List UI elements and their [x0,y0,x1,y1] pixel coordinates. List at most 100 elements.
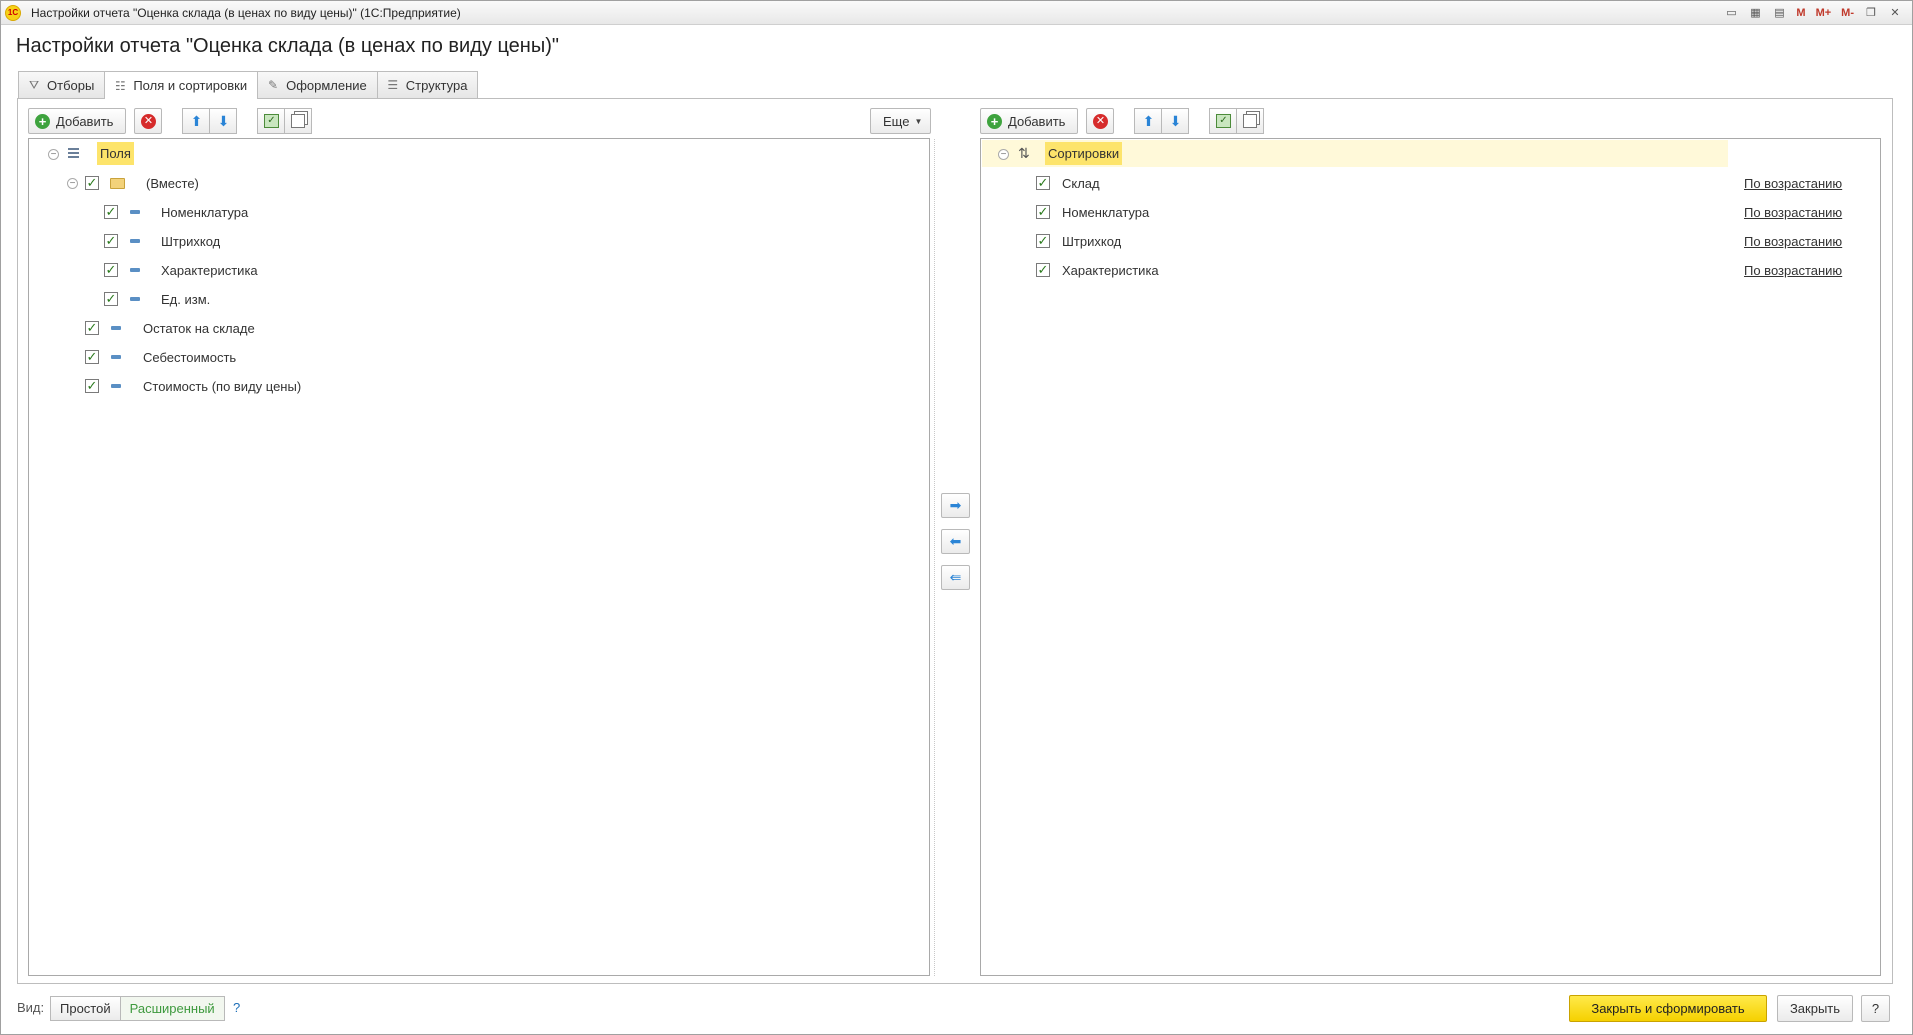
panel-splitter[interactable] [934,139,935,976]
collapse-icon[interactable]: − [67,178,78,189]
help-button[interactable]: ? [1861,995,1890,1022]
move-down-sort-button[interactable]: ⬇ [1161,108,1190,134]
view-label: Вид: [17,1000,45,1015]
sort-order-link[interactable]: По возрастанию [1744,263,1842,278]
copy-icon [291,114,306,128]
calc-icon[interactable]: ▦ [1746,4,1764,22]
checkbox[interactable]: ✓ [1036,205,1050,219]
fields-root-label: Поля [97,142,134,165]
sort-row[interactable]: ✓ Штрихкод По возрастанию [981,227,1880,256]
tree-row[interactable]: ✓ Штрихкод [29,227,929,256]
tree-row[interactable]: ✓ Характеристика [29,256,929,285]
sorting-tree: − ⇅ Сортировки ✓ Склад По возрастанию ✓ … [980,138,1881,976]
memory-m-minus-button[interactable]: M- [1839,4,1856,22]
delete-field-button[interactable]: ✕ [134,108,163,134]
checkbox[interactable]: ✓ [85,379,99,393]
tab-bar: ⛛ Отборы ☷ Поля и сортировки ✎ Оформлени… [18,71,479,99]
tree-row-group[interactable]: − ✓ (Вместе) [29,169,929,198]
sort-row[interactable]: ✓ Склад По возрастанию [981,169,1880,198]
checkbox[interactable]: ✓ [104,292,118,306]
tab-structure[interactable]: ☰ Структура [376,71,479,98]
move-all-back-button[interactable]: ⇚ [941,565,970,590]
tree-row[interactable]: ✓ Номенклатура [29,198,929,227]
group-sort-button[interactable]: ✓ [1209,108,1238,134]
delete-sort-button[interactable]: ✕ [1086,108,1115,134]
collapse-icon[interactable]: − [48,149,59,160]
delete-icon: ✕ [140,113,156,129]
sort-order-link[interactable]: По возрастанию [1744,205,1842,220]
caret-down-icon: ▼ [914,116,923,126]
add-field-button[interactable]: + Добавить [28,108,127,134]
memory-m-plus-button[interactable]: M+ [1814,4,1834,22]
close-and-generate-button[interactable]: Закрыть и сформировать [1569,995,1767,1022]
checkbox[interactable]: ✓ [104,234,118,248]
plus-icon: + [987,113,1002,129]
view-extended-button[interactable]: Расширенный [119,996,225,1021]
fields-root-row[interactable]: − Поля [29,140,929,169]
field-label: Стоимость (по виду цены) [143,379,302,394]
tab-label: Отборы [47,77,95,93]
add-sort-button[interactable]: + Добавить [980,108,1079,134]
sort-order-link[interactable]: По возрастанию [1744,234,1842,249]
restore-window-icon[interactable]: ❐ [1862,4,1880,22]
close-button[interactable]: Закрыть [1777,995,1853,1022]
view-simple-button[interactable]: Простой [50,996,121,1021]
checkbox[interactable]: ✓ [104,263,118,277]
move-up-field-button[interactable]: ⬆ [182,108,211,134]
more-label: Еще [883,113,910,129]
checkbox[interactable]: ✓ [85,176,99,190]
tree-row[interactable]: ✓ Стоимость (по виду цены) [29,372,929,401]
tab-fields-and-sorting[interactable]: ☷ Поля и сортировки [104,71,259,99]
field-label: Ед. изм. [161,292,211,307]
checkbox[interactable]: ✓ [104,205,118,219]
field-label: Остаток на складе [143,321,255,336]
move-up-sort-button[interactable]: ⬆ [1134,108,1163,134]
sort-root-label: Сортировки [1045,142,1123,165]
tree-row[interactable]: ✓ Себестоимость [29,343,929,372]
sort-row[interactable]: ✓ Характеристика По возрастанию [981,256,1880,285]
checkbox[interactable]: ✓ [1036,263,1050,277]
tab-appearance[interactable]: ✎ Оформление [257,71,378,98]
view-help-link[interactable]: ? [233,1000,240,1015]
tree-row[interactable]: ✓ Ед. изм. [29,285,929,314]
memory-m-button[interactable]: M [1794,4,1807,22]
sort-root-row[interactable]: − ⇅ Сортировки [981,140,1880,169]
move-down-field-button[interactable]: ⬇ [209,108,238,134]
fields-group-tools: ✓ [257,108,313,134]
arrow-down-icon: ⬇ [217,113,230,129]
list-icon [68,148,79,161]
sort-row[interactable]: ✓ Номенклатура По возрастанию [981,198,1880,227]
move-to-sort-button[interactable]: ➡ [941,493,970,518]
group-label: (Вместе) [146,176,199,191]
filter-icon: ⛛ [28,78,40,92]
ungroup-sort-button[interactable] [1236,108,1265,134]
calendar-icon[interactable]: ▤ [1770,4,1788,22]
delete-icon: ✕ [1092,113,1108,129]
checkbox[interactable]: ✓ [85,350,99,364]
sort-order-link[interactable]: По возрастанию [1744,176,1842,191]
tab-filters[interactable]: ⛛ Отборы [18,71,106,98]
arrow-right-icon: ➡ [949,497,962,513]
field-label: Номенклатура [161,205,249,220]
field-icon [130,239,140,243]
group-fields-button[interactable]: ✓ [257,108,286,134]
move-back-button[interactable]: ⬅ [941,529,970,554]
ungroup-fields-button[interactable] [284,108,313,134]
sort-field-label: Характеристика [1062,263,1159,278]
close-window-icon[interactable]: ✕ [1886,4,1904,22]
tab-label: Оформление [286,77,367,93]
field-icon [130,297,140,301]
arrow-down-icon: ⬇ [1169,113,1182,129]
checkbox[interactable]: ✓ [1036,176,1050,190]
tree-row[interactable]: ✓ Остаток на складе [29,314,929,343]
settings-window: 1С Настройки отчета "Оценка склада (в це… [0,0,1913,1035]
collapse-icon[interactable]: − [998,149,1009,160]
field-icon [111,355,121,359]
checkbox[interactable]: ✓ [85,321,99,335]
fields-tree: − Поля − ✓ (Вместе) ✓ Номенклатура ✓ Штр… [28,138,930,976]
copy-icon [1243,114,1258,128]
sort-field-label: Штрихкод [1062,234,1122,249]
checkbox[interactable]: ✓ [1036,234,1050,248]
more-button[interactable]: Еще ▼ [870,108,932,134]
doc-icon[interactable]: ▭ [1722,4,1740,22]
